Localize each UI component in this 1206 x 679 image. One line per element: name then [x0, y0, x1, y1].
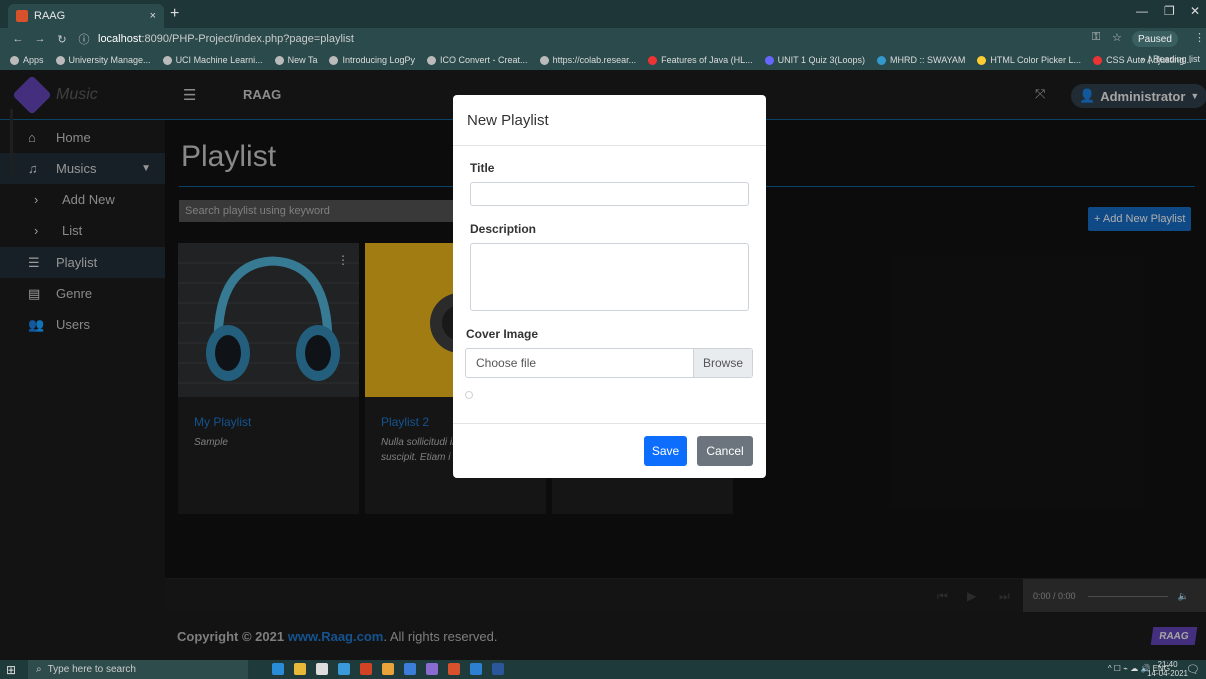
browser-tab[interactable]: RAAG ×: [8, 4, 164, 28]
info-icon[interactable]: ⓘ: [76, 31, 92, 47]
star-icon[interactable]: ☆: [1112, 31, 1122, 44]
bookmark-item[interactable]: Features of Java (HL...: [648, 55, 753, 65]
bookmark-item[interactable]: MHRD :: SWAYAM: [877, 55, 965, 65]
back-icon[interactable]: ←: [10, 33, 26, 45]
bookmark-item[interactable]: New Ta: [274, 55, 317, 65]
reload-icon[interactable]: ↻: [54, 33, 70, 46]
forward-icon[interactable]: →: [32, 33, 48, 45]
word-icon[interactable]: [492, 663, 504, 675]
tab-close-icon[interactable]: ×: [150, 10, 156, 22]
modal-title: New Playlist: [467, 112, 549, 129]
bookmark-item[interactable]: Apps: [10, 55, 44, 65]
bookmark-item[interactable]: University Manage...: [55, 55, 151, 65]
store-icon[interactable]: [316, 663, 328, 675]
bookmark-item[interactable]: UNIT 1 Quiz 3(Loops): [764, 55, 865, 65]
tab-title: RAAG: [34, 10, 66, 22]
chrome-icon[interactable]: [382, 663, 394, 675]
browser-tab-strip: RAAG × + — ❐ ✕: [0, 0, 1206, 28]
restore-icon[interactable]: ❐: [1164, 4, 1175, 18]
edge-icon[interactable]: [272, 663, 284, 675]
save-button[interactable]: Save: [644, 436, 687, 466]
vscode-icon[interactable]: [470, 663, 482, 675]
bookmarks-bar: Apps University Manage... UCI Machine Le…: [0, 50, 1206, 70]
powerpoint-icon[interactable]: [360, 663, 372, 675]
bookmark-item[interactable]: ICO Convert - Creat...: [427, 55, 528, 65]
address-bar: ← → ↻ ⓘ localhost:8090/PHP-Project/index…: [0, 28, 1206, 50]
cancel-button[interactable]: Cancel: [697, 436, 753, 466]
bookmark-item[interactable]: HTML Color Picker L...: [977, 55, 1081, 65]
search-icon: ⌕: [36, 664, 42, 675]
reading-list[interactable]: » | Reading list: [1141, 54, 1200, 64]
description-label: Description: [470, 222, 537, 236]
key-icon[interactable]: ⚿: [1092, 31, 1100, 44]
windows-start-icon[interactable]: ⊞: [6, 663, 16, 677]
notification-icon[interactable]: 🗨: [1186, 663, 1200, 676]
bookmark-item[interactable]: Introducing LogPy: [329, 55, 415, 65]
cover-image-label: Cover Image: [466, 327, 539, 341]
taskbar-search-placeholder: Type here to search: [47, 664, 136, 675]
url-field[interactable]: localhost:8090/PHP-Project/index.php?pag…: [98, 33, 354, 45]
title-label: Title: [470, 161, 495, 175]
new-tab-button[interactable]: +: [170, 5, 179, 23]
minimize-icon[interactable]: —: [1136, 4, 1148, 18]
python-icon[interactable]: [404, 663, 416, 675]
menu-kebab-icon[interactable]: ⋮: [1194, 31, 1205, 44]
taskbar-search[interactable]: ⌕ Type here to search: [28, 660, 248, 679]
modal-footer-divider: [453, 423, 766, 424]
bookmark-item[interactable]: UCI Machine Learni...: [162, 55, 263, 65]
file-explorer-icon[interactable]: [294, 663, 306, 675]
browse-button[interactable]: Browse: [693, 349, 752, 377]
close-window-icon[interactable]: ✕: [1190, 4, 1200, 18]
mail-icon[interactable]: [338, 663, 350, 675]
choose-file-text: Choose file: [476, 356, 537, 370]
bookmark-item[interactable]: https://colab.resear...: [539, 55, 636, 65]
app-icon[interactable]: [426, 663, 438, 675]
windows-taskbar: ⊞ ⌕ Type here to search ^ ☐ ⌁ ☁ 🔊 ENG 21…: [0, 660, 1206, 679]
profile-paused-badge[interactable]: Paused: [1132, 31, 1178, 47]
taskbar-clock[interactable]: 21:40 14-04-2021: [1147, 660, 1188, 678]
xampp-icon[interactable]: [448, 663, 460, 675]
modal-header-divider: [453, 145, 766, 146]
raag-favicon-icon: [16, 10, 28, 22]
new-playlist-modal: New Playlist Title Description Cover Ima…: [453, 95, 766, 478]
cover-image-file-input[interactable]: Choose file Browse: [465, 348, 753, 378]
title-input[interactable]: [470, 182, 749, 206]
cover-preview-placeholder: [465, 391, 473, 399]
description-textarea[interactable]: [470, 243, 749, 311]
